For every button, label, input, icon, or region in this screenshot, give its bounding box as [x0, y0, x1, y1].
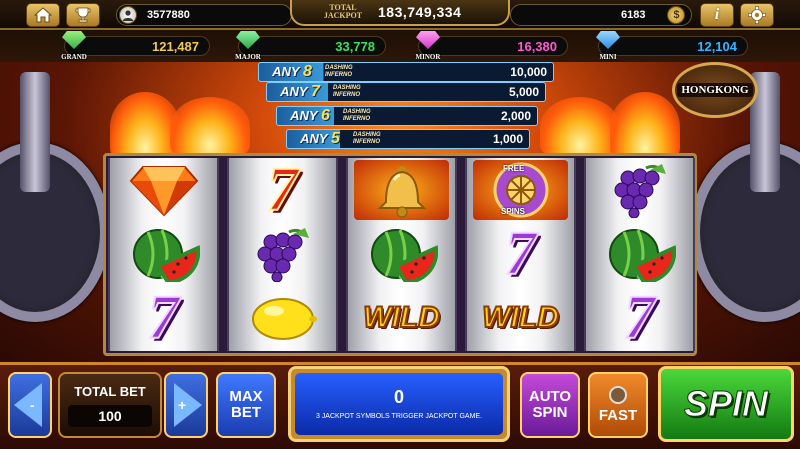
- player-id: 3577880: [147, 9, 190, 21]
- player-id-pill: 3577880: [116, 4, 292, 26]
- toggle-indicator-icon: [609, 386, 627, 404]
- avatar-icon: [119, 6, 137, 24]
- lemon-symbol: [229, 286, 336, 350]
- minor-gem-icon: MINOR: [411, 31, 445, 61]
- hongkong-badge: HONGKONG: [672, 62, 758, 118]
- wild-symbol: WILD: [481, 300, 560, 335]
- exhaust-pipe-left: [0, 142, 110, 322]
- paytable-row: ANY 6 DASHING INFERNO 2,000: [276, 106, 538, 126]
- wild-symbol: WILD: [362, 300, 441, 335]
- paytable-row: ANY 7 DASHING INFERNO 5,000: [266, 82, 546, 102]
- reel-3: WILD: [346, 158, 457, 351]
- home-button[interactable]: [26, 3, 60, 27]
- dollar-coin-icon[interactable]: $: [667, 6, 686, 24]
- win-message-panel: 0 3 JACKPOT SYMBOLS TRIGGER JACKPOT GAME…: [288, 366, 510, 442]
- info-button[interactable]: i: [700, 3, 734, 27]
- exhaust-pipe-right: [690, 142, 800, 322]
- paytable-row: ANY 8 DASHING INFERNO 10,000: [258, 62, 554, 82]
- flame-decoration: [170, 97, 250, 157]
- trophy-icon: [75, 7, 91, 23]
- decrease-bet-button[interactable]: -: [8, 372, 52, 438]
- total-jackpot-label: TOTAL JACKPOT: [323, 3, 363, 20]
- spin-button[interactable]: SPIN: [658, 366, 794, 442]
- paytable: ANY 8 DASHING INFERNO 10,000 ANY 7 DASHI…: [258, 62, 554, 152]
- total-jackpot-panel: TOTAL JACKPOT 183,749,334: [290, 0, 510, 26]
- trophy-button[interactable]: [66, 3, 100, 27]
- arrow-left-icon: [14, 383, 42, 427]
- grapes-symbol: [229, 222, 336, 286]
- info-icon: i: [714, 6, 720, 23]
- watermelon-symbol: [586, 222, 693, 286]
- jackpot-minor-value: 16,380: [517, 39, 557, 54]
- pipe-bar-left: [20, 72, 50, 192]
- bell-symbol: [348, 158, 455, 222]
- flame-decoration: [610, 92, 680, 162]
- jackpot-major: MAJOR 33,778: [235, 31, 386, 61]
- gear-icon: [748, 6, 766, 24]
- home-icon: [34, 7, 52, 23]
- max-bet-button[interactable]: MAX BET: [216, 372, 276, 438]
- purple-seven-symbol: 7: [623, 284, 656, 352]
- jackpot-minor: MINOR 16,380: [416, 31, 568, 61]
- purple-seven-symbol: 7: [147, 284, 180, 352]
- jackpot-major-value: 33,778: [335, 39, 375, 54]
- total-jackpot-value: 183,749,334: [378, 4, 462, 20]
- paytable-row: ANY 5 DASHING INFERNO 1,000: [286, 129, 530, 149]
- watermelon-symbol: [348, 222, 455, 286]
- mini-gem-icon: MINI: [591, 31, 625, 61]
- reel-1: 7: [108, 158, 219, 351]
- purple-seven-symbol: 7: [504, 220, 537, 288]
- reel-2: 7: [227, 158, 338, 351]
- info-message: 3 JACKPOT SYMBOLS TRIGGER JACKPOT GAME.: [315, 413, 483, 420]
- coins-value: 6183: [621, 9, 646, 21]
- settings-button[interactable]: [740, 3, 774, 27]
- coins-pill: 6183 $: [510, 4, 692, 26]
- grand-gem-icon: GRAND: [57, 31, 91, 61]
- total-bet-value: 100: [68, 404, 152, 427]
- total-bet-label: TOTAL BET: [74, 383, 146, 399]
- increase-bet-button[interactable]: +: [164, 372, 208, 438]
- red-seven-symbol: 7: [266, 156, 299, 224]
- grapes-symbol: [586, 158, 693, 222]
- auto-spin-button[interactable]: AUTO SPIN: [520, 372, 580, 438]
- win-amount: 0: [393, 387, 404, 407]
- jackpot-grand-value: 121,487: [152, 39, 199, 54]
- fast-button[interactable]: FAST: [588, 372, 648, 438]
- total-bet-panel: TOTAL BET 100: [58, 372, 162, 438]
- jackpot-mini-value: 12,104: [697, 39, 737, 54]
- reels-window: 7 7 WILD FREE SPINS 7 WILD 7: [103, 153, 697, 356]
- major-gem-icon: MAJOR: [231, 31, 265, 61]
- top-bar: 3577880 TOTAL JACKPOT 183,749,334 6183 $…: [0, 0, 800, 30]
- jackpot-mini: MINI 12,104: [596, 31, 748, 61]
- jackpot-row: GRAND 121,487 MAJOR 33,778 MINOR 16,380 …: [0, 30, 800, 62]
- watermelon-symbol: [110, 222, 217, 286]
- reel-4: FREE SPINS 7 WILD: [465, 158, 576, 351]
- free-spins-symbol: FREE SPINS: [467, 158, 574, 222]
- reel-5: 7: [584, 158, 695, 351]
- diamond-symbol: [110, 158, 217, 222]
- jackpot-grand: GRAND 121,487: [61, 31, 210, 61]
